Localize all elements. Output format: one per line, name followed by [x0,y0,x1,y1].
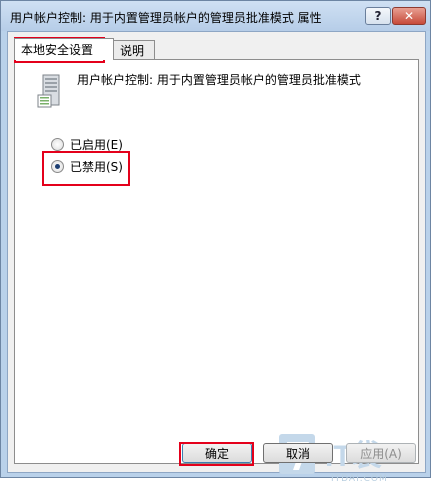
watermark-text: ITDAI.COM [331,474,388,484]
apply-button[interactable]: 应用(A) [346,443,416,463]
radio-enabled[interactable]: 已启用(E) [51,136,123,153]
window-title: 用户帐户控制: 用于内置管理员帐户的管理员批准模式 属性 [10,11,322,25]
policy-title: 用户帐户控制: 用于内置管理员帐户的管理员批准模式 [77,73,361,87]
close-button[interactable]: ✕ [392,7,426,25]
properties-dialog: 用户帐户控制: 用于内置管理员帐户的管理员批准模式 属性 ? ✕ 本地安全设置 … [0,0,431,484]
radio-enabled-label: 已启用(E) [70,138,123,152]
server-tower-icon [37,74,60,108]
ok-button[interactable]: 确定 [182,443,252,463]
radio-disabled-button[interactable] [51,160,64,173]
title-bar[interactable]: 用户帐户控制: 用于内置管理员帐户的管理员批准模式 属性 ? ✕ [1,1,430,31]
tab-explain[interactable]: 说明 [113,40,155,60]
tab-local-security-setting[interactable]: 本地安全设置 [14,38,114,60]
radio-disabled[interactable]: 已禁用(S) [51,158,123,175]
radio-disabled-label: 已禁用(S) [70,160,123,174]
tab-panel: 用户帐户控制: 用于内置管理员帐户的管理员批准模式 已启用(E) 已禁用(S) … [14,59,419,484]
dialog-body: 本地安全设置 说明 用户帐户控制: 用于内置管理员帐户的管理员批准模式 已启用(… [7,31,426,484]
cancel-button[interactable]: 取消 [263,443,333,463]
help-button[interactable]: ? [365,7,391,25]
radio-enabled-button[interactable] [51,138,64,151]
